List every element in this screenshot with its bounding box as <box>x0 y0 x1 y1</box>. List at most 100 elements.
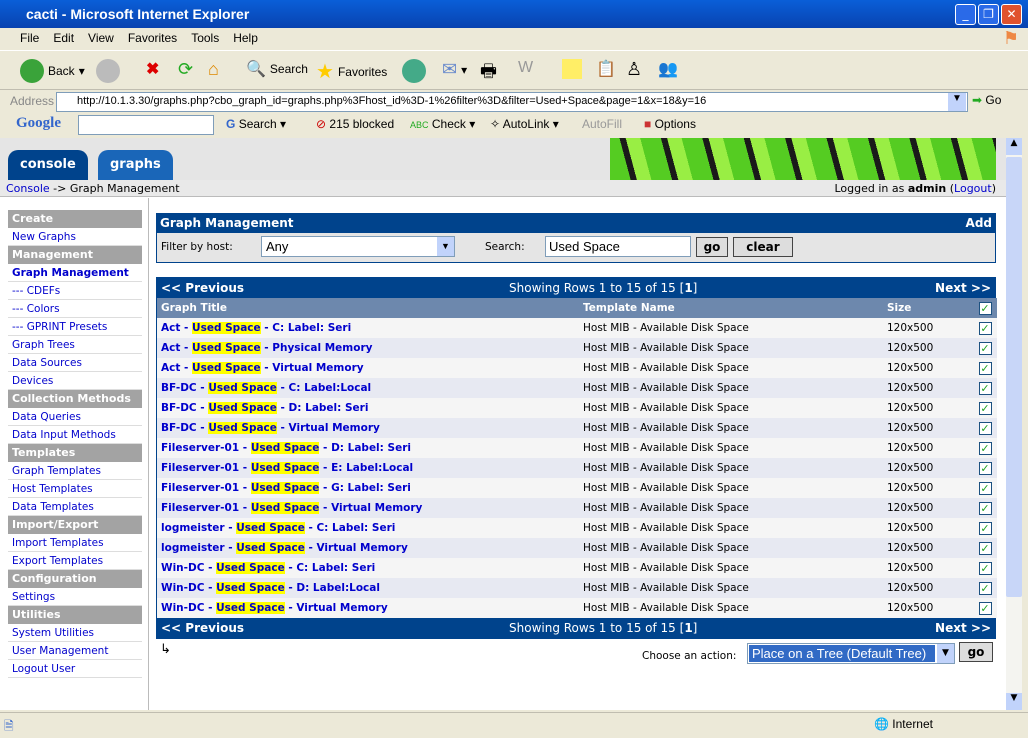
sidebar-item[interactable]: Import Templates <box>8 534 142 552</box>
sidebar-item[interactable]: Export Templates <box>8 552 142 570</box>
menu-file[interactable]: File <box>20 31 39 45</box>
column-graph-title[interactable]: Graph Title <box>157 298 579 318</box>
forward-button[interactable] <box>96 59 120 83</box>
host-filter-select[interactable]: Any ▼ <box>261 236 455 257</box>
google-search-button[interactable]: G Search ▾ <box>226 117 286 131</box>
table-row[interactable]: Fileserver-01 - Used Space - E: Label:Lo… <box>157 458 997 478</box>
sidebar-item[interactable]: Devices <box>8 372 142 390</box>
table-row[interactable]: Fileserver-01 - Used Space - Virtual Mem… <box>157 498 997 518</box>
row-checkbox[interactable]: ✓ <box>978 361 992 375</box>
popup-blocker-button[interactable]: ⊘ 215 blocked <box>316 117 394 131</box>
table-row[interactable]: Win-DC - Used Space - D: Label:Local Host… <box>157 578 997 598</box>
table-row[interactable]: logmeister - Used Space - C: Label: Seri… <box>157 518 997 538</box>
table-row[interactable]: logmeister - Used Space - Virtual Memory… <box>157 538 997 558</box>
messenger-button[interactable]: ♙ <box>626 59 642 80</box>
column-size[interactable]: Size <box>883 298 973 318</box>
vertical-scrollbar[interactable]: ▲ ▼ <box>1006 138 1022 710</box>
maximize-button[interactable]: ❐ <box>978 4 999 25</box>
address-input[interactable]: http://10.1.3.30/graphs.php?cbo_graph_id… <box>56 92 968 112</box>
google-logo[interactable]: Google <box>16 115 61 132</box>
graph-title-link[interactable]: Act - Used Space - C: Label: Seri <box>157 318 579 338</box>
refresh-button[interactable]: ⟳ <box>178 59 193 80</box>
row-checkbox[interactable]: ✓ <box>978 561 992 575</box>
tab-graphs[interactable]: graphs <box>98 150 173 180</box>
select-all-checkbox[interactable]: ✓ <box>978 301 992 315</box>
graph-title-link[interactable]: BF-DC - Used Space - D: Label: Seri <box>157 398 579 418</box>
row-checkbox[interactable]: ✓ <box>978 581 992 595</box>
menu-edit[interactable]: Edit <box>53 31 74 45</box>
sidebar-item[interactable]: User Management <box>8 642 142 660</box>
sidebar-item[interactable]: --- CDEFs <box>8 282 142 300</box>
table-row[interactable]: Win-DC - Used Space - Virtual Memory Host… <box>157 598 997 618</box>
breadcrumb-console-link[interactable]: Console <box>6 182 50 195</box>
options-button[interactable]: ■ Options <box>644 117 696 131</box>
search-input[interactable]: Used Space <box>545 236 691 257</box>
address-dropdown-icon[interactable]: ▼ <box>948 93 966 111</box>
graph-title-link[interactable]: BF-DC - Used Space - C: Label:Local <box>157 378 579 398</box>
filter-go-button[interactable]: go <box>696 237 728 257</box>
mail-button[interactable]: ✉ ▾ <box>442 59 467 80</box>
row-checkbox[interactable]: ✓ <box>978 441 992 455</box>
table-row[interactable]: Act - Used Space - Physical Memory Host M… <box>157 338 997 358</box>
action-go-button[interactable]: go <box>959 642 993 662</box>
sidebar-item[interactable]: Graph Trees <box>8 336 142 354</box>
next-link[interactable]: Next >> <box>935 281 991 295</box>
logout-link[interactable]: Logout <box>954 182 992 195</box>
table-row[interactable]: Fileserver-01 - Used Space - D: Label: S… <box>157 438 997 458</box>
row-checkbox[interactable]: ✓ <box>978 601 992 615</box>
sidebar-item[interactable]: --- GPRINT Presets <box>8 318 142 336</box>
sidebar-item[interactable]: New Graphs <box>8 228 142 246</box>
favorites-button[interactable]: ★ Favorites <box>316 59 387 84</box>
graph-title-link[interactable]: logmeister - Used Space - C: Label: Seri <box>157 518 579 538</box>
row-checkbox[interactable]: ✓ <box>978 461 992 475</box>
contacts-button[interactable]: 👥 <box>658 59 678 79</box>
discuss-button[interactable] <box>562 59 582 79</box>
previous-link[interactable]: << Previous <box>161 281 244 295</box>
autolink-button[interactable]: ✧ AutoLink ▾ <box>490 117 559 131</box>
minimize-button[interactable]: _ <box>955 4 976 25</box>
graph-title-link[interactable]: Fileserver-01 - Used Space - Virtual Mem… <box>157 498 579 518</box>
sidebar-item[interactable]: Host Templates <box>8 480 142 498</box>
graph-title-link[interactable]: Fileserver-01 - Used Space - G: Label: S… <box>157 478 579 498</box>
sidebar-item[interactable]: --- Colors <box>8 300 142 318</box>
table-row[interactable]: BF-DC - Used Space - Virtual Memory Host … <box>157 418 997 438</box>
row-checkbox[interactable]: ✓ <box>978 421 992 435</box>
scroll-down-icon[interactable]: ▼ <box>1006 693 1022 710</box>
sidebar-item[interactable]: System Utilities <box>8 624 142 642</box>
table-row[interactable]: Act - Used Space - Virtual Memory Host MI… <box>157 358 997 378</box>
previous-link[interactable]: << Previous <box>161 621 244 635</box>
back-button[interactable]: Back ▾ <box>20 59 85 83</box>
clear-button[interactable]: clear <box>733 237 793 257</box>
row-checkbox[interactable]: ✓ <box>978 321 992 335</box>
sidebar-item[interactable]: Data Queries <box>8 408 142 426</box>
sidebar-item[interactable]: Graph Management <box>8 264 142 282</box>
print-button[interactable]: 🖶 <box>480 59 497 89</box>
sidebar-item[interactable]: Data Input Methods <box>8 426 142 444</box>
graph-title-link[interactable]: Act - Used Space - Physical Memory <box>157 338 579 358</box>
scroll-up-icon[interactable]: ▲ <box>1006 138 1022 155</box>
spell-check-button[interactable]: ABC Check ▾ <box>410 117 475 131</box>
table-row[interactable]: Win-DC - Used Space - C: Label: Seri Host… <box>157 558 997 578</box>
close-button[interactable]: ✕ <box>1001 4 1022 25</box>
graph-title-link[interactable]: logmeister - Used Space - Virtual Memory <box>157 538 579 558</box>
table-row[interactable]: BF-DC - Used Space - C: Label:Local Host … <box>157 378 997 398</box>
sidebar-item[interactable]: Data Sources <box>8 354 142 372</box>
graph-title-link[interactable]: Win-DC - Used Space - C: Label: Seri <box>157 558 579 578</box>
column-template-name[interactable]: Template Name <box>579 298 883 318</box>
sidebar-item[interactable]: Settings <box>8 588 142 606</box>
graph-title-link[interactable]: Fileserver-01 - Used Space - D: Label: S… <box>157 438 579 458</box>
row-checkbox[interactable]: ✓ <box>978 501 992 515</box>
row-checkbox[interactable]: ✓ <box>978 401 992 415</box>
menu-tools[interactable]: Tools <box>191 31 219 45</box>
autofill-button[interactable]: AutoFill <box>582 117 622 131</box>
search-button[interactable]: 🔍 Search <box>246 59 308 79</box>
menu-favorites[interactable]: Favorites <box>128 31 177 45</box>
tab-console[interactable]: console <box>8 150 88 180</box>
scroll-thumb[interactable] <box>1006 157 1022 597</box>
row-checkbox[interactable]: ✓ <box>978 341 992 355</box>
row-checkbox[interactable]: ✓ <box>978 481 992 495</box>
graph-title-link[interactable]: Fileserver-01 - Used Space - E: Label:Lo… <box>157 458 579 478</box>
edit-button[interactable]: W <box>518 59 533 77</box>
row-checkbox[interactable]: ✓ <box>978 541 992 555</box>
add-link[interactable]: Add <box>966 216 992 230</box>
